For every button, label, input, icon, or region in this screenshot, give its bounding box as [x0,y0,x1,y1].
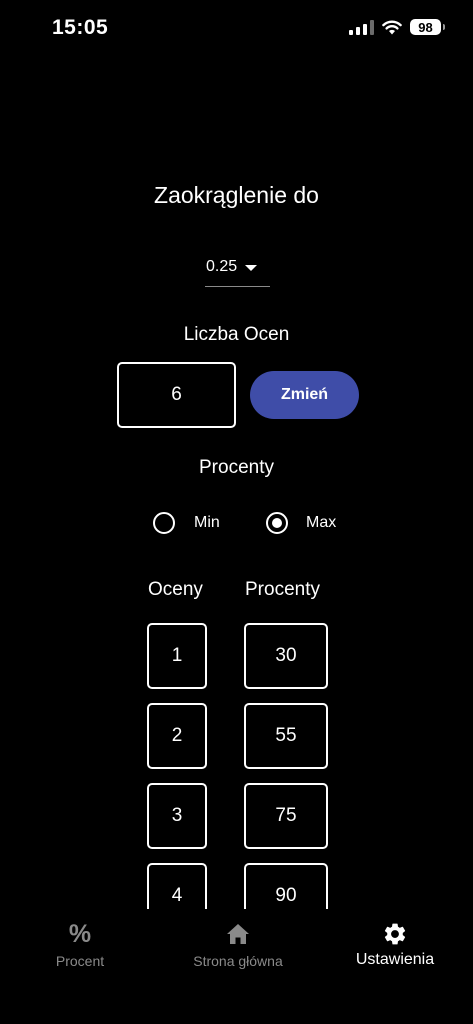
grade-field-3[interactable]: 3 [147,783,207,849]
nav-item-procent[interactable]: % Procent [40,909,120,970]
percent-field-3[interactable]: 75 [244,783,328,849]
percent-field-1[interactable]: 30 [244,623,328,689]
battery-indicator: 98 [410,19,445,35]
settings-screen: 15:05 98 Zaokrąglenie do 0.25 Liczba Oce… [0,0,473,1024]
percent-field-2[interactable]: 55 [244,703,328,769]
percent-icon: % [68,920,92,948]
status-time: 15:05 [52,16,109,39]
wifi-icon [382,20,402,34]
percent-mode-label: Procenty [199,457,274,478]
grades-count-label: Liczba Ocen [183,324,290,345]
radio-selected-dot [272,518,282,528]
radio-max-label: Max [306,514,337,531]
nav-label-settings: Ustawienia [355,951,435,968]
gear-icon [382,922,408,946]
radio-max[interactable] [266,512,288,534]
grades-column-header: Oceny [148,579,203,600]
change-button[interactable]: Zmień [250,371,359,419]
grade-field-2[interactable]: 2 [147,703,207,769]
status-icons: 98 [349,19,445,35]
nav-item-home[interactable]: Strona główna [177,909,299,969]
cellular-signal-icon [349,19,374,35]
bottom-navigation: % Procent Strona główna Ustawienia [0,909,473,1024]
home-icon [226,922,250,946]
rounding-value: 0.25 [206,258,238,275]
nav-label-home: Strona główna [193,953,283,969]
radio-min[interactable] [153,512,175,534]
caret-down-icon [245,265,258,271]
radio-min-label: Min [194,514,220,531]
rounding-title: Zaokrąglenie do [154,182,319,208]
nav-item-settings[interactable]: Ustawienia [344,909,446,969]
percents-column-header: Procenty [245,579,320,600]
grades-count-input[interactable]: 6 [117,362,236,428]
rounding-dropdown[interactable]: 0.25 [205,255,270,287]
grade-field-1[interactable]: 1 [147,623,207,689]
nav-label-procent: Procent [55,953,105,969]
